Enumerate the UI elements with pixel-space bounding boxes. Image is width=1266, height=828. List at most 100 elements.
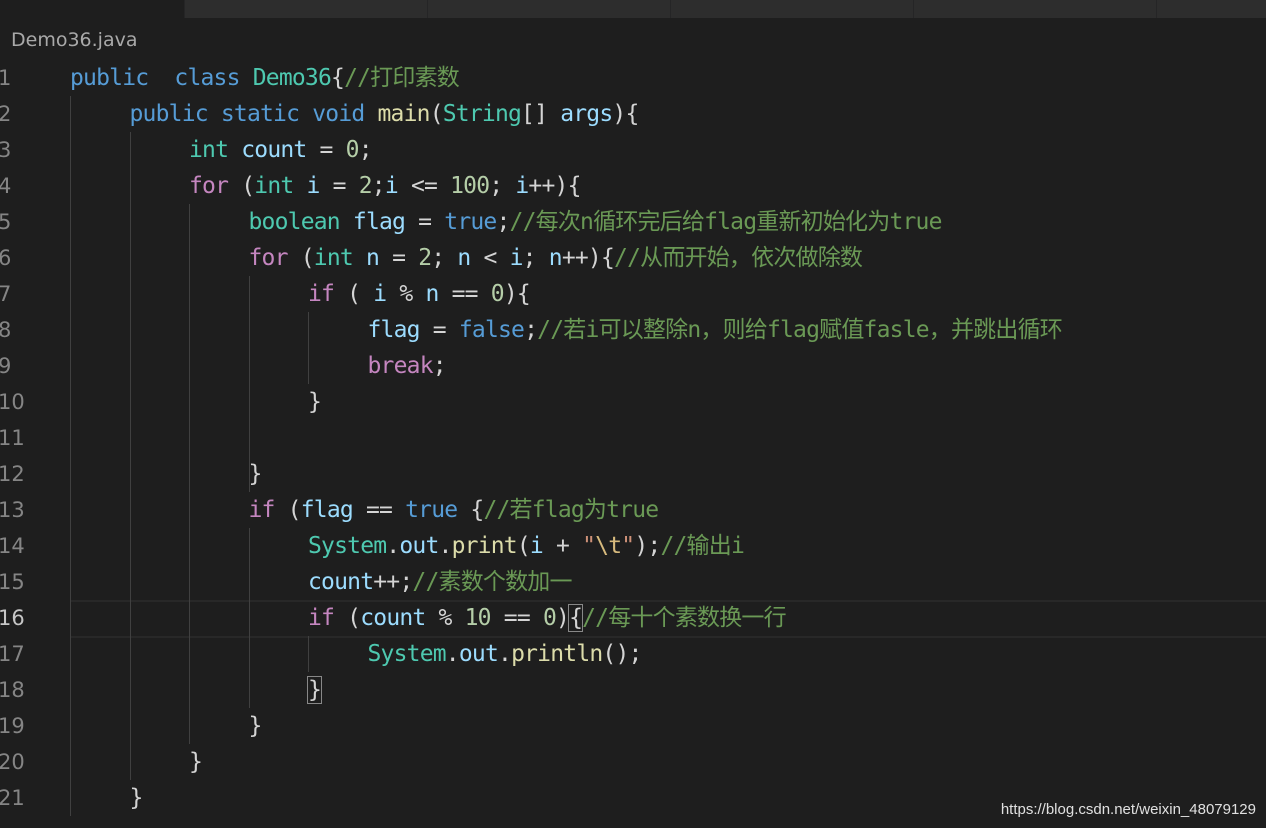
code-token: break	[367, 353, 434, 379]
line-number: 11	[0, 426, 25, 450]
line-number: 19	[0, 714, 25, 738]
code-token: flag	[367, 317, 421, 343]
line-number: 20	[0, 750, 25, 774]
code-token: true	[444, 209, 497, 235]
code-line[interactable]: 8 flag = false;//若i可以整除n，则给flag赋值fasle，并跳…	[0, 312, 1266, 348]
line-number: 10	[0, 390, 25, 414]
code-token: (	[429, 101, 444, 127]
code-line[interactable]: 6 for (int n = 2; n < i; n++){//从而开始，依次做除…	[0, 240, 1266, 276]
code-token: i	[509, 245, 524, 271]
code-token: ++){	[528, 173, 581, 199]
line-number: 6	[0, 246, 12, 270]
code-text: }	[248, 708, 263, 744]
code-token: i	[306, 173, 320, 199]
code-token: ;	[432, 353, 447, 379]
editor-tab-bar	[0, 0, 1266, 18]
code-editor[interactable]: 1 public class Demo36{//打印素数 2 public stati…	[0, 60, 1266, 828]
code-token: %	[425, 605, 465, 631]
code-token: System	[308, 533, 387, 559]
line-number: 15	[0, 570, 25, 594]
code-token: ){	[503, 281, 531, 307]
code-text: }	[308, 384, 322, 420]
line-number: 17	[0, 642, 25, 666]
code-token: args	[560, 101, 613, 127]
code-token: (	[334, 605, 361, 631]
code-text: flag = false;//若i可以整除n，则给flag赋值fasle，并跳出…	[368, 312, 1063, 348]
line-number: 3	[0, 138, 12, 162]
code-line[interactable]: 4 for (int i = 2;i <= 100; i++){	[0, 168, 1266, 204]
code-token: int	[189, 137, 229, 163]
code-text: }	[130, 780, 144, 816]
code-line[interactable]: 14 System.out.print(i + "\t");//输出i	[0, 528, 1266, 564]
tab-active[interactable]	[0, 0, 185, 18]
code-token: void	[312, 101, 365, 127]
code-line[interactable]: 12}	[0, 456, 1266, 492]
code-token: ;	[522, 245, 549, 271]
code-line[interactable]: 2 public static void main(String[] args){	[0, 96, 1266, 132]
code-line[interactable]: 18}	[0, 672, 1266, 708]
code-token: (	[274, 497, 302, 523]
code-token: int	[254, 173, 294, 199]
code-line[interactable]: 19}	[0, 708, 1266, 744]
code-text: System.out.print(i + "\t");//输出i	[308, 528, 745, 564]
code-line[interactable]: 15 count++;//素数个数加一	[0, 564, 1266, 600]
code-token: out	[399, 533, 439, 559]
code-token: {	[331, 65, 345, 91]
tab-2[interactable]	[185, 0, 428, 18]
code-line[interactable]: 10}	[0, 384, 1266, 420]
code-text: break;	[367, 348, 447, 384]
code-token: =	[306, 137, 346, 163]
tab-6[interactable]	[1157, 0, 1266, 18]
code-token: }	[308, 389, 322, 415]
code-token: static	[220, 101, 300, 127]
code-token: %	[386, 281, 426, 307]
code-token: .	[438, 533, 453, 559]
code-token: public	[129, 101, 209, 127]
line-number: 7	[0, 282, 12, 306]
tab-5[interactable]	[914, 0, 1157, 18]
line-number: 13	[0, 498, 25, 522]
code-token: n	[365, 245, 380, 271]
code-token: flag	[300, 497, 354, 523]
code-line[interactable]: 5 boolean flag = true;//每次n循环完后给flag重新初始化…	[0, 204, 1266, 240]
code-token: }	[248, 713, 263, 739]
line-number: 5	[0, 210, 12, 234]
breadcrumb[interactable]: Demo36.java	[11, 28, 137, 52]
tab-4[interactable]	[671, 0, 914, 18]
code-line[interactable]: 20}	[0, 744, 1266, 780]
code-line[interactable]: 9 break;	[0, 348, 1266, 384]
code-token: for	[248, 245, 289, 271]
code-text: System.out.println();	[368, 636, 643, 672]
code-token: {	[568, 604, 584, 632]
code-token: ;	[524, 317, 538, 343]
code-token: 2	[418, 245, 432, 271]
code-line[interactable]: 1 public class Demo36{//打印素数	[0, 60, 1266, 96]
code-line[interactable]: 16 if (count % 10 == 0){//每十个素数换一行	[0, 600, 1266, 636]
code-line[interactable]: 13 if (flag == true {//若flag为true	[0, 492, 1266, 528]
code-line[interactable]: 3 int count = 0;	[0, 132, 1266, 168]
code-text: public class Demo36{//打印素数	[70, 60, 460, 96]
code-text: public static void main(String[] args){	[129, 96, 640, 132]
tab-3[interactable]	[428, 0, 671, 18]
code-token: "	[582, 533, 596, 559]
code-text: }	[249, 456, 263, 492]
code-comment: //每十个素数换一行	[582, 605, 787, 631]
code-token: \t	[595, 533, 622, 559]
code-token: ){	[612, 101, 639, 127]
code-line[interactable]: 7 if ( i % n == 0){	[0, 276, 1266, 312]
code-token: {	[457, 497, 484, 523]
code-token: ==	[490, 605, 543, 631]
code-token: <=	[397, 173, 451, 199]
code-token: )	[556, 605, 570, 631]
code-token: out	[458, 641, 499, 667]
code-token: ==	[352, 497, 406, 523]
code-token: 0	[490, 281, 505, 307]
code-line[interactable]: 11	[0, 420, 1266, 456]
code-line[interactable]: 17 System.out.println();	[0, 636, 1266, 672]
code-text: for (int n = 2; n < i; n++){//从而开始，依次做除数	[249, 240, 863, 276]
line-number: 9	[0, 354, 12, 378]
